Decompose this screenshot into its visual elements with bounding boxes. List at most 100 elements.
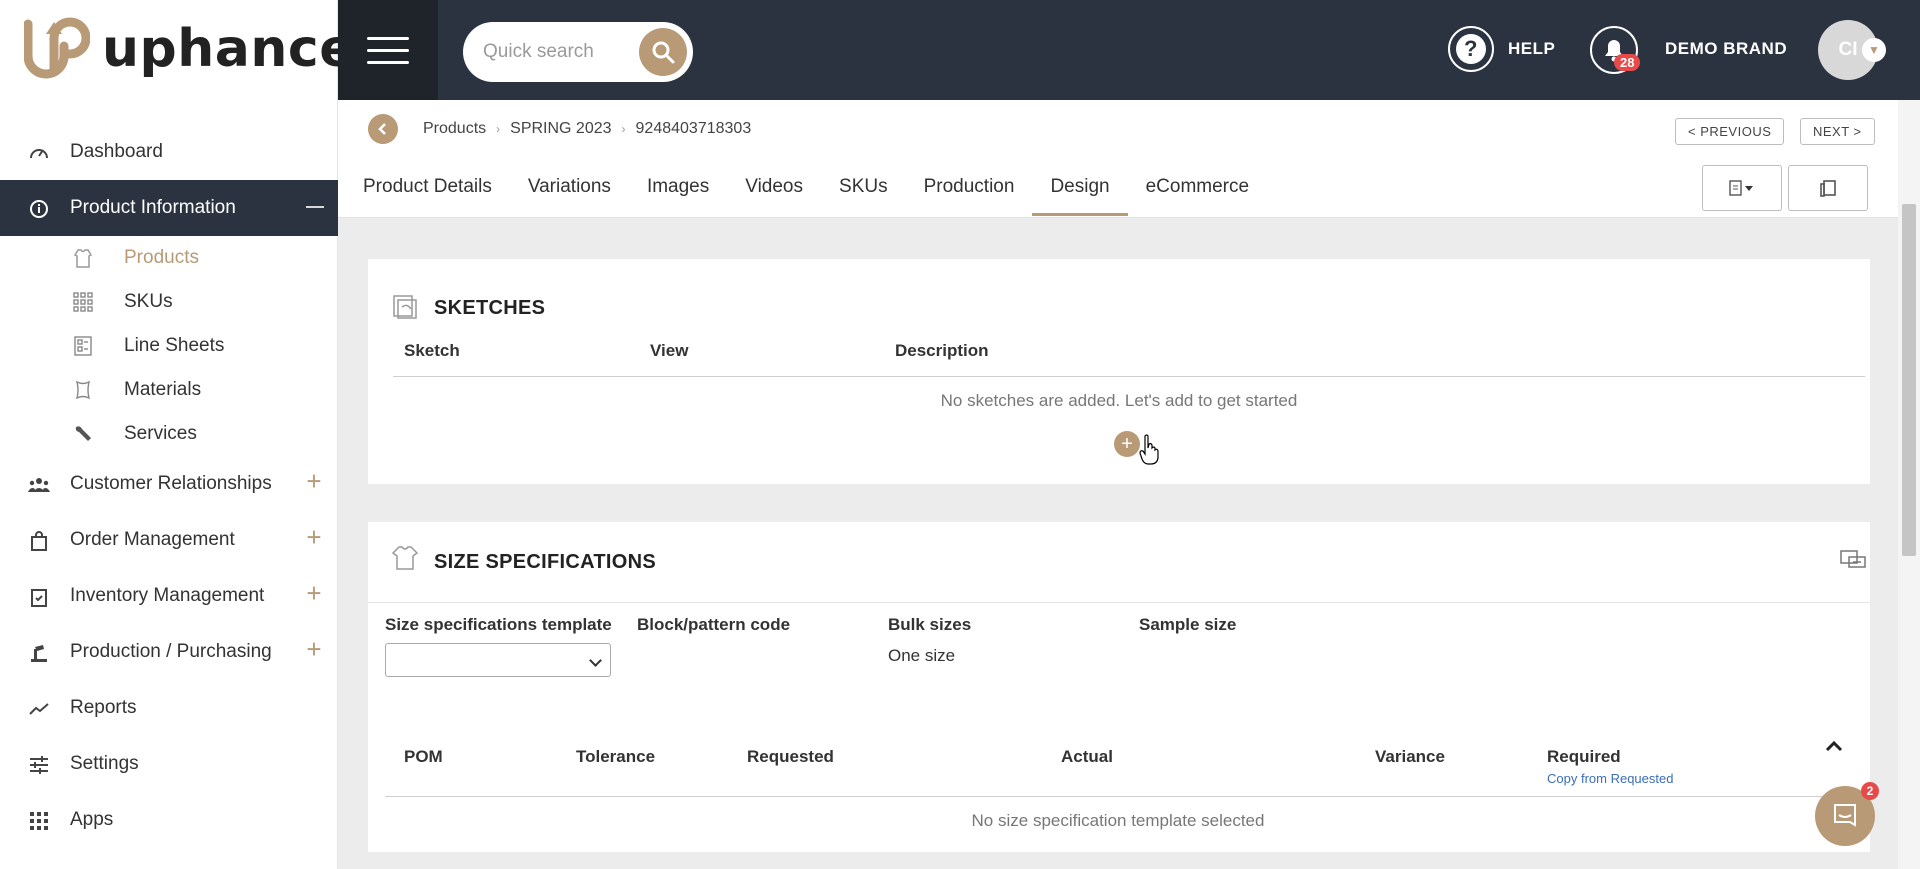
block-pattern-code-label: Block/pattern code: [637, 615, 791, 634]
hamburger-line: [367, 60, 409, 64]
bulk-sizes-value: One size: [888, 646, 956, 665]
shirt-icon: [391, 544, 419, 572]
expand-icon[interactable]: +: [302, 580, 326, 606]
hand-cursor-icon: [1139, 434, 1159, 465]
sidebar-item-dashboard[interactable]: Dashboard: [0, 124, 338, 180]
expand-icon[interactable]: +: [302, 468, 326, 494]
sidebar-subitem-label: SKUs: [124, 291, 173, 312]
expand-icon[interactable]: +: [302, 636, 326, 662]
menu-toggle-button[interactable]: [338, 0, 438, 100]
chat-icon: [1834, 804, 1856, 827]
search-input[interactable]: [483, 38, 633, 66]
copy-from-requested-link[interactable]: Copy from Requested: [1547, 771, 1673, 786]
search-button[interactable]: [639, 28, 687, 76]
sidebar-item-settings[interactable]: Settings: [0, 736, 338, 792]
sidebar-subitem-products[interactable]: Products: [0, 236, 338, 280]
sidebar-subitem-line-sheets[interactable]: Line Sheets: [0, 324, 338, 368]
breadcrumb-item[interactable]: Products: [423, 120, 486, 138]
chat-badge: 2: [1861, 782, 1879, 800]
hamburger-line: [367, 48, 409, 52]
chat-launcher-button[interactable]: 2: [1815, 782, 1879, 846]
apps-grid-icon: [28, 810, 50, 832]
sidebar-subitem-skus[interactable]: SKUs: [0, 280, 338, 324]
garment-icon: [72, 247, 94, 269]
info-icon: [28, 198, 50, 220]
tab-ecommerce[interactable]: eCommerce: [1128, 155, 1267, 218]
chevron-up-icon[interactable]: [1822, 734, 1846, 758]
material-icon: [72, 379, 94, 401]
notifications-badge: 28: [1614, 54, 1641, 71]
tab-skus[interactable]: SKUs: [821, 155, 906, 218]
gauge-icon: [28, 142, 50, 164]
sidebar-item-apps[interactable]: Apps: [0, 792, 338, 848]
help-icon: ?: [1448, 26, 1494, 72]
previous-button[interactable]: < PREVIOUS: [1675, 118, 1785, 145]
next-button[interactable]: NEXT >: [1800, 118, 1875, 145]
sidebar-subitem-label: Products: [124, 247, 199, 268]
sidebar-item-label: Settings: [70, 753, 139, 774]
document-menu-button[interactable]: [1702, 165, 1782, 211]
sidebar-item-label: Product Information: [70, 197, 236, 218]
brand-name[interactable]: DEMO BRAND: [1665, 39, 1787, 59]
machine-icon: [28, 642, 50, 664]
column-header-description: Description: [895, 341, 989, 360]
size-specifications-panel: SIZE SPECIFICATIONS Size specifications …: [368, 522, 1870, 852]
tab-production[interactable]: Production: [906, 155, 1033, 218]
wrench-icon: [72, 423, 94, 445]
sidebar-item-inventory-management[interactable]: Inventory Management +: [0, 568, 338, 624]
bag-icon: [28, 530, 50, 552]
sidebar-item-label: Production / Purchasing: [70, 641, 272, 662]
tab-images[interactable]: Images: [629, 155, 727, 218]
back-button[interactable]: [368, 114, 398, 144]
sidebar-item-label: Order Management: [70, 529, 235, 550]
sidebar-item-product-information[interactable]: Product Information: [0, 180, 338, 236]
breadcrumb-item: 9248403718303: [635, 120, 752, 137]
sliders-icon: [28, 754, 50, 776]
copy-button[interactable]: [1788, 165, 1868, 211]
column-header-sketch: Sketch: [404, 341, 460, 360]
sidebar-subitem-services[interactable]: Services: [0, 412, 338, 456]
collapse-icon[interactable]: [306, 206, 324, 208]
sidebar: uphance Dashboard Product Information Pr…: [0, 0, 354, 869]
size-template-select[interactable]: [385, 643, 611, 677]
expand-icon[interactable]: +: [302, 524, 326, 550]
uphance-logo[interactable]: uphance: [23, 14, 355, 84]
notifications-button[interactable]: 28: [1590, 26, 1641, 74]
divider: [385, 796, 1857, 797]
sidebar-item-label: Reports: [70, 697, 137, 718]
people-icon: [28, 474, 50, 496]
breadcrumb-item[interactable]: SPRING 2023: [510, 120, 611, 138]
tab-design[interactable]: Design: [1032, 155, 1128, 218]
scrollbar-thumb[interactable]: [1902, 204, 1916, 556]
sidebar-item-label: Dashboard: [70, 141, 163, 162]
breadcrumb-separator-icon: ›: [621, 122, 626, 136]
sidebar-item-reports[interactable]: Reports: [0, 680, 338, 736]
add-sketch-button[interactable]: +: [1114, 431, 1140, 457]
column-header-actual: Actual: [1061, 747, 1113, 766]
sample-size-label: Sample size: [1139, 615, 1237, 634]
breadcrumb-separator-icon: ›: [496, 122, 501, 136]
sketches-title: SKETCHES: [434, 297, 546, 319]
product-tabs: Product Details Variations Images Videos…: [363, 155, 1267, 218]
measure-chart-icon[interactable]: [1839, 548, 1867, 575]
sketch-icon: [391, 293, 419, 321]
copy-icon: [1820, 180, 1836, 197]
sidebar-item-order-management[interactable]: Order Management +: [0, 512, 338, 568]
grid-icon: [72, 291, 94, 313]
product-header: Products › SPRING 2023 › 9248403718303 <…: [338, 100, 1898, 218]
document-icon: [1729, 180, 1753, 196]
sidebar-item-customer-relationships[interactable]: Customer Relationships +: [0, 456, 338, 512]
tab-videos[interactable]: Videos: [727, 155, 821, 218]
scrollbar[interactable]: [1898, 100, 1920, 869]
tab-product-details[interactable]: Product Details: [363, 155, 510, 218]
sidebar-subitem-materials[interactable]: Materials: [0, 368, 338, 412]
divider: [393, 376, 1865, 377]
help-button[interactable]: ? HELP: [1448, 26, 1555, 72]
tab-variations[interactable]: Variations: [510, 155, 629, 218]
chevron-down-icon[interactable]: ▼: [1862, 38, 1886, 62]
quick-search: [463, 22, 693, 82]
sidebar-item-production-purchasing[interactable]: Production / Purchasing +: [0, 624, 338, 680]
sidebar-subitem-label: Line Sheets: [124, 335, 225, 356]
breadcrumb: Products › SPRING 2023 › 9248403718303: [423, 120, 751, 138]
size-specs-empty-message: No size specification template selected: [971, 811, 1265, 830]
